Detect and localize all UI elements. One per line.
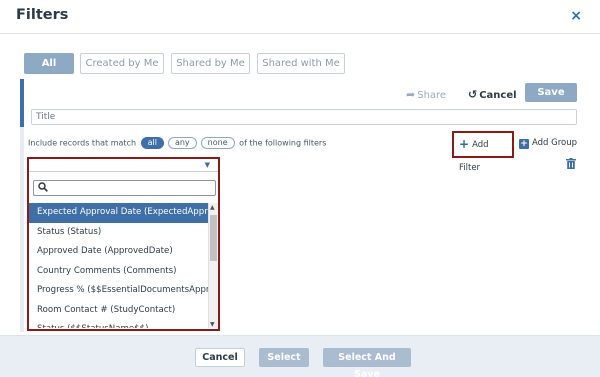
select-button[interactable]: Select	[259, 348, 309, 367]
filter-title-input[interactable]: Title	[31, 109, 577, 125]
cancel-edit-button[interactable]: ↺ Cancel	[468, 88, 517, 101]
match-all-pill[interactable]: all	[140, 137, 164, 149]
panel-accent-bar	[20, 79, 24, 127]
scrollbar-thumb[interactable]	[210, 215, 217, 261]
search-icon	[38, 182, 48, 195]
share-label: Share	[417, 90, 447, 101]
dropdown-search-input[interactable]	[33, 180, 216, 196]
tab-created-by-me[interactable]: Created by Me	[80, 53, 164, 74]
dialog-title: Filters	[16, 7, 69, 23]
dropdown-option[interactable]: Room Contact # (StudyContact)	[29, 301, 208, 321]
dropdown-scrollbar[interactable]: ▲ ▼	[208, 203, 218, 328]
close-icon[interactable]: ×	[570, 8, 582, 24]
dialog-header: Filters ×	[0, 0, 600, 34]
match-row: Include records that match all any none of…	[28, 137, 326, 149]
share-icon: ➦	[406, 88, 416, 101]
plus-square-icon: +	[519, 139, 529, 149]
dropdown-option[interactable]: Progress % ($$EssentialDocumentsApprov	[29, 281, 208, 301]
panel-side-bar	[20, 127, 24, 332]
dropdown-options: Expected Approval Date (ExpectedApproval…	[29, 203, 208, 328]
select-and-save-button[interactable]: Select And Save	[323, 348, 411, 377]
share-button[interactable]: ➦ Share	[406, 88, 446, 101]
tab-shared-with-me[interactable]: Shared with Me	[257, 53, 345, 74]
scroll-down-icon[interactable]: ▼	[210, 321, 215, 328]
cancel-label: Cancel	[479, 90, 517, 101]
add-group-label: Add Group	[532, 138, 578, 148]
undo-icon: ↺	[468, 88, 478, 101]
plus-icon: +	[459, 137, 470, 151]
match-any-pill[interactable]: any	[167, 137, 197, 149]
add-filter-button[interactable]: + Add Filter	[452, 131, 514, 173]
dropdown-option[interactable]: Status (Status)	[29, 223, 208, 243]
save-button[interactable]: Save	[525, 83, 577, 102]
dropdown-option[interactable]: Approved Date (ApprovedDate)	[29, 242, 208, 262]
field-dropdown[interactable]: ▼ Expected Approval Date (ExpectedApprov…	[27, 157, 220, 331]
field-select[interactable]: ▼	[29, 159, 218, 172]
add-group-button[interactable]: + Add Group	[519, 138, 577, 149]
match-prefix: Include records that match	[28, 138, 137, 148]
tab-all[interactable]: All	[24, 53, 74, 74]
dropdown-option[interactable]: Status ($$StatusName$$)	[29, 320, 208, 328]
footer-cancel-button[interactable]: Cancel	[195, 348, 245, 367]
match-suffix: of the following filters	[239, 138, 327, 148]
trash-icon[interactable]	[566, 158, 576, 172]
dialog-footer: Cancel Select Select And Save	[0, 335, 600, 377]
match-none-pill[interactable]: none	[200, 137, 235, 149]
dropdown-option[interactable]: Expected Approval Date (ExpectedApproval	[29, 203, 208, 223]
caret-down-icon: ▼	[204, 161, 210, 169]
dropdown-option[interactable]: Country Comments (Comments)	[29, 262, 208, 282]
scroll-up-icon[interactable]: ▲	[210, 204, 215, 211]
tab-shared-by-me[interactable]: Shared by Me	[171, 53, 250, 74]
